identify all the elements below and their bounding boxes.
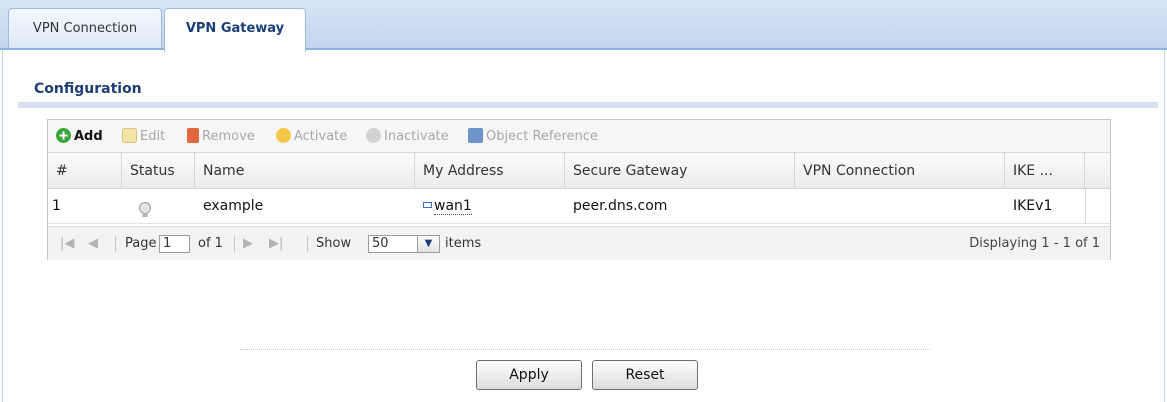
page-size-select[interactable]: 50 [368,235,418,253]
bulb-on-icon [276,128,291,143]
table-header: # Status Name My Address Secure Gateway … [48,153,1110,189]
column-header-my-address[interactable]: My Address [415,153,565,189]
add-button[interactable]: Add [56,128,103,146]
activate-button[interactable]: Activate [276,128,347,146]
object-reference-button[interactable]: Object Reference [468,128,598,146]
column-header-status[interactable]: Status [122,153,195,189]
section-title: Configuration [34,81,142,97]
remove-label: Remove [202,129,255,144]
page-count-label: of 1 [198,236,223,251]
page-number-input[interactable]: 1 [159,235,190,253]
tab-vpn-connection[interactable]: VPN Connection [8,8,162,48]
row-my-address-value: wan1 [434,198,472,215]
table-row[interactable]: 1 example wan1 peer.dns.com IKEv1 [48,189,1110,224]
column-header-secure-gateway[interactable]: Secure Gateway [565,153,795,189]
displaying-count: Displaying 1 - 1 of 1 [969,236,1100,251]
row-ike: IKEv1 [1013,198,1053,214]
gateway-table: Add Edit Remove Activate Inactivate Obje… [47,119,1111,260]
next-page-icon[interactable]: ▶ [243,227,253,261]
object-reference-label: Object Reference [486,129,598,144]
bulb-off-icon [366,128,381,143]
section-divider [18,102,1158,108]
apply-button[interactable]: Apply [476,360,582,390]
first-page-icon[interactable]: |◀ [60,227,74,261]
inactivate-button[interactable]: Inactivate [366,128,449,146]
object-reference-icon [468,128,483,143]
row-my-address[interactable]: wan1 [415,189,472,224]
row-secure-gateway: peer.dns.com [573,198,668,214]
pager-separator [234,236,235,252]
chevron-down-icon[interactable]: ▼ [418,235,440,253]
pager-separator [115,236,116,252]
remove-button[interactable]: Remove [187,128,255,146]
add-icon [56,128,71,143]
tab-bar: VPN Connection VPN Gateway [0,0,1167,52]
trash-icon [187,128,199,143]
row-name: example [203,198,264,214]
column-header-name[interactable]: Name [195,153,415,189]
pager-separator [307,236,308,252]
inactivate-label: Inactivate [384,129,449,144]
button-divider [240,349,930,350]
show-label: Show [316,236,352,251]
row-index: 1 [52,198,61,214]
row-vpn-connection [795,189,803,224]
tab-vpn-gateway[interactable]: VPN Gateway [164,8,306,52]
column-header-index[interactable]: # [48,153,122,189]
last-page-icon[interactable]: ▶| [269,227,283,261]
column-header-vpn-connection[interactable]: VPN Connection [795,153,1005,189]
reset-button[interactable]: Reset [592,360,698,390]
column-divider [1085,189,1086,224]
bulb-off-icon [130,189,152,224]
edit-icon [122,128,137,143]
column-header-ike[interactable]: IKE ... [1005,153,1085,189]
page-label: Page [125,236,157,251]
edit-button[interactable]: Edit [122,128,165,146]
items-label: items [445,236,482,251]
interface-icon [423,202,432,208]
activate-label: Activate [294,129,348,144]
add-label: Add [74,129,103,144]
table-toolbar: Add Edit Remove Activate Inactivate Obje… [48,120,1110,153]
edit-label: Edit [140,129,166,144]
pager: |◀ ◀ Page 1 of 1 ▶ ▶| Show 50 ▼ items Di… [48,226,1110,260]
prev-page-icon[interactable]: ◀ [88,227,98,261]
